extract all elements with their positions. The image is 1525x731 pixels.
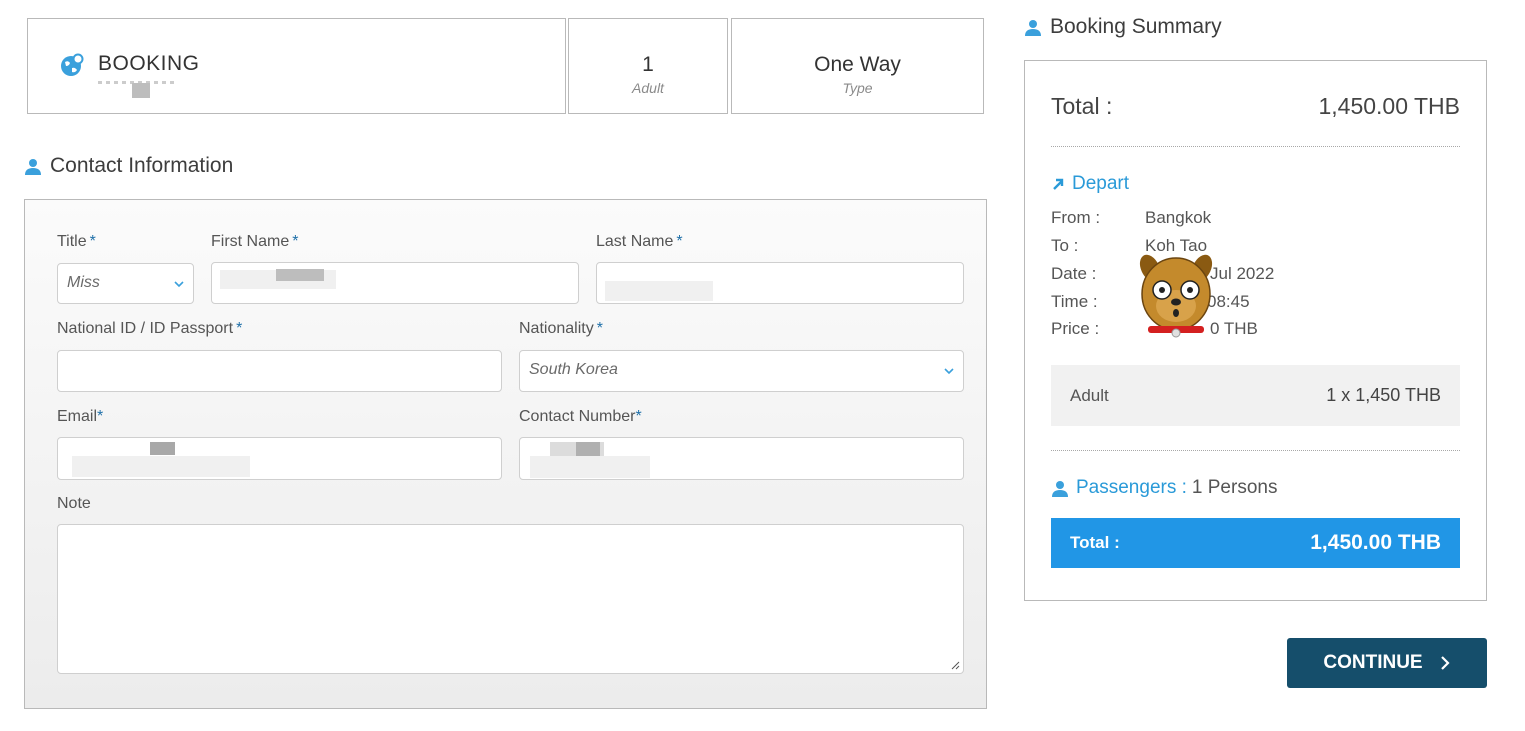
summary-total-value: 1,450.00 THB xyxy=(1318,93,1460,119)
title-label: Title * xyxy=(57,233,96,251)
required-mark: * xyxy=(676,233,683,250)
dog-sticker-image xyxy=(1139,254,1213,338)
required-mark: * xyxy=(89,233,96,250)
first-name-label: First Name * xyxy=(211,233,298,251)
nationality-select-value: South Korea xyxy=(529,361,618,378)
trip-type-value: One Way xyxy=(814,53,901,76)
continue-button[interactable]: CONTINUE xyxy=(1287,638,1487,688)
first-name-field[interactable] xyxy=(211,262,579,304)
required-mark: * xyxy=(236,320,243,337)
national-id-label: National ID / ID Passport * xyxy=(57,320,242,338)
contact-heading-text: Contact Information xyxy=(50,154,234,177)
total-bar: Total : 1,450.00 THB xyxy=(1051,518,1460,568)
booking-info-box: BOOKING xyxy=(27,18,566,114)
adult-fare-label: Adult xyxy=(1070,385,1109,405)
divider xyxy=(1051,450,1460,451)
redaction-block xyxy=(132,83,150,98)
national-id-field[interactable] xyxy=(57,350,502,392)
required-mark: * xyxy=(596,320,603,337)
summary-total-row: Total : 1,450.00 THB xyxy=(1051,93,1460,120)
person-icon xyxy=(25,159,41,175)
last-name-field[interactable] xyxy=(596,262,964,304)
person-icon xyxy=(1052,481,1068,497)
note-textarea[interactable] xyxy=(57,524,964,674)
depart-heading: Depart xyxy=(1051,173,1129,195)
adult-fare-value: 1 x 1,450 THB xyxy=(1326,385,1441,405)
contact-information-heading: Contact Information xyxy=(24,154,233,178)
contact-number-label: Contact Number* xyxy=(519,408,642,426)
redaction-block xyxy=(72,456,250,477)
nationality-label: Nationality * xyxy=(519,320,603,338)
price-value: 0 THB xyxy=(1210,319,1258,338)
arrow-up-right-icon xyxy=(1053,178,1064,190)
passengers-row: Passengers : 1 Persons xyxy=(1051,477,1277,499)
adult-count-label: Adult xyxy=(632,80,664,96)
adult-fare-row: Adult 1 x 1,450 THB xyxy=(1051,365,1460,426)
title-label-text: Title xyxy=(57,233,87,250)
globe-icon xyxy=(61,53,84,76)
resize-handle-icon[interactable] xyxy=(950,660,960,670)
national-id-label-text: National ID / ID Passport xyxy=(57,320,234,337)
redaction-block xyxy=(530,456,650,478)
trip-type-box: One Way Type xyxy=(731,18,984,114)
note-label: Note xyxy=(57,495,91,512)
redaction-block xyxy=(576,442,600,456)
depart-label: Depart xyxy=(1072,173,1130,194)
required-mark: * xyxy=(635,408,642,425)
booking-title: BOOKING xyxy=(98,52,200,75)
contact-form: Title * Miss First Name * Last Name * Natio… xyxy=(24,199,987,709)
passengers-label: Passengers : xyxy=(1076,477,1187,498)
date-value: Jul 2022 xyxy=(1210,264,1275,283)
last-name-label: Last Name * xyxy=(596,233,683,251)
title-select-value: Miss xyxy=(67,274,100,291)
contact-number-label-text: Contact Number xyxy=(519,408,636,425)
chevron-down-icon xyxy=(174,281,184,288)
redaction-block xyxy=(605,281,713,301)
total-bar-value: 1,450.00 THB xyxy=(1310,531,1441,554)
adult-count-box: 1 Adult xyxy=(568,18,728,114)
trip-type-label: Type xyxy=(842,80,873,96)
booking-summary-heading: Booking Summary xyxy=(1024,15,1222,39)
price-label: Price : xyxy=(1051,319,1100,338)
booking-summary-panel: Total : 1,450.00 THB Depart From : Bangk… xyxy=(1024,60,1487,601)
chevron-down-icon xyxy=(944,368,954,375)
summary-heading-text: Booking Summary xyxy=(1050,15,1222,38)
chevron-right-icon xyxy=(1440,656,1450,670)
summary-total-label: Total : xyxy=(1051,93,1113,119)
redaction-block xyxy=(150,442,175,455)
from-label: From : xyxy=(1051,208,1101,227)
total-bar-label: Total : xyxy=(1070,533,1120,552)
email-label-text: Email xyxy=(57,408,98,425)
to-label: To : xyxy=(1051,236,1079,255)
person-icon xyxy=(1025,20,1041,36)
adult-count-value: 1 xyxy=(642,53,654,76)
from-value: Bangkok xyxy=(1145,208,1212,227)
redaction-block xyxy=(276,269,324,281)
contact-number-field[interactable] xyxy=(519,437,964,480)
time-label: Time : xyxy=(1051,292,1098,311)
last-name-label-text: Last Name xyxy=(596,233,674,250)
continue-button-label: CONTINUE xyxy=(1323,652,1423,673)
divider xyxy=(1051,146,1460,147)
nationality-label-text: Nationality xyxy=(519,320,594,337)
required-mark: * xyxy=(292,233,299,250)
first-name-label-text: First Name xyxy=(211,233,290,250)
required-mark: * xyxy=(97,408,104,425)
date-label: Date : xyxy=(1051,264,1097,283)
passengers-count: 1 Persons xyxy=(1191,477,1278,498)
title-select[interactable]: Miss xyxy=(57,263,194,304)
nationality-select[interactable]: South Korea xyxy=(519,350,964,392)
email-field[interactable] xyxy=(57,437,502,480)
email-label: Email* xyxy=(57,408,103,426)
